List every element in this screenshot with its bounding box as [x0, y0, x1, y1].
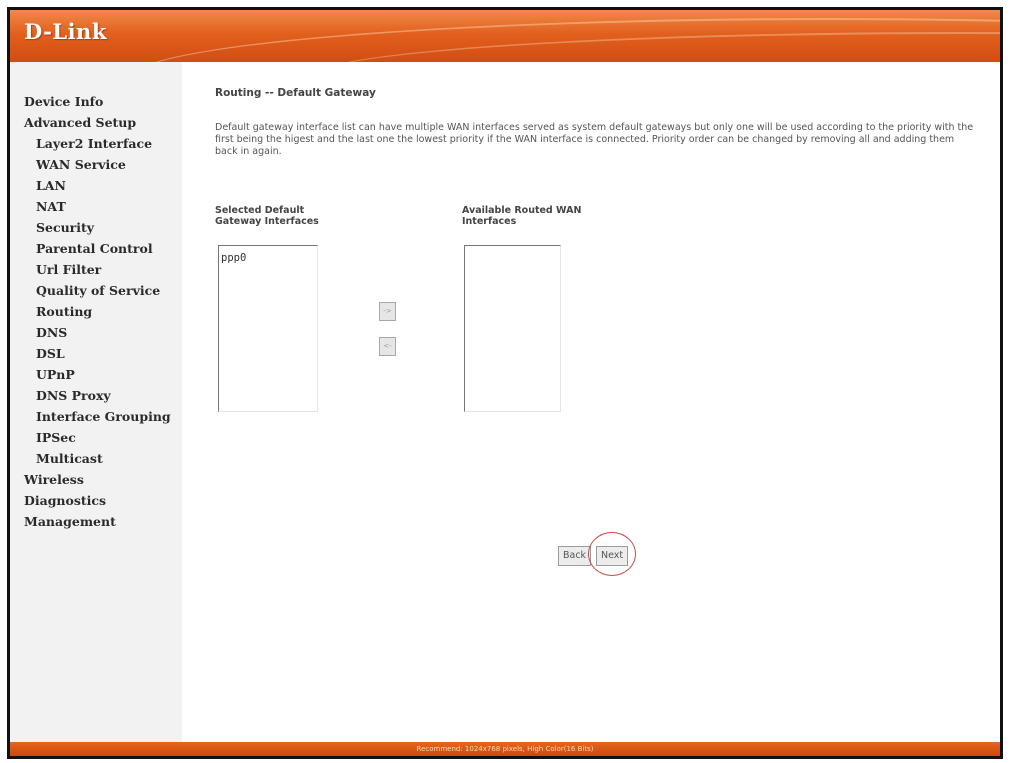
available-label-line1: Available Routed WAN [462, 205, 582, 216]
sidebar-item-ipsec[interactable]: IPSec [10, 427, 182, 448]
page-description: Default gateway interface list can have … [215, 122, 974, 157]
sidebar-item-management[interactable]: Management [10, 511, 182, 532]
sidebar-item-wireless[interactable]: Wireless [10, 469, 182, 490]
sidebar-item-security[interactable]: Security [10, 217, 182, 238]
sidebar-item-quality-of-service[interactable]: Quality of Service [10, 280, 182, 301]
list-option-ppp0[interactable]: ppp0 [219, 246, 317, 264]
sidebar-item-dsl[interactable]: DSL [10, 343, 182, 364]
sidebar-item-wan-service[interactable]: WAN Service [10, 154, 182, 175]
available-label-line2: Interfaces [462, 216, 517, 227]
sidebar-item-dns-proxy[interactable]: DNS Proxy [10, 385, 182, 406]
sidebar-item-advanced-setup[interactable]: Advanced Setup [10, 112, 182, 133]
back-button[interactable]: Back [558, 546, 592, 566]
selected-label-line2: Gateway Interfaces [215, 216, 319, 227]
available-interfaces-label: Available Routed WAN Interfaces [462, 205, 612, 227]
main-content: Routing -- Default Gateway Default gatew… [182, 62, 1000, 742]
sidebar-item-diagnostics[interactable]: Diagnostics [10, 490, 182, 511]
sidebar-nav: Device Info Advanced Setup Layer2 Interf… [10, 62, 182, 742]
sidebar-item-lan[interactable]: LAN [10, 175, 182, 196]
sidebar-item-multicast[interactable]: Multicast [10, 448, 182, 469]
selected-interfaces-list[interactable]: ppp0 [218, 245, 318, 412]
header-bar: D-Link [10, 10, 1000, 62]
sidebar-item-layer2-interface[interactable]: Layer2 Interface [10, 133, 182, 154]
next-highlight-circle [588, 532, 636, 576]
sidebar-item-nat[interactable]: NAT [10, 196, 182, 217]
sidebar-item-device-info[interactable]: Device Info [10, 91, 182, 112]
selected-interfaces-label: Selected Default Gateway Interfaces [215, 205, 365, 227]
browser-frame: D-Link Device Info Advanced Setup Layer2… [7, 7, 1003, 759]
available-interfaces-list[interactable] [464, 245, 561, 412]
sidebar-item-routing[interactable]: Routing [10, 301, 182, 322]
remove-interface-button[interactable]: <- [379, 337, 396, 356]
footer-bar: Recommend: 1024x768 pixels, High Color(1… [10, 742, 1000, 756]
sidebar-item-upnp[interactable]: UPnP [10, 364, 182, 385]
sidebar-item-url-filter[interactable]: Url Filter [10, 259, 182, 280]
sidebar-item-parental-control[interactable]: Parental Control [10, 238, 182, 259]
add-interface-button[interactable]: -> [379, 302, 396, 321]
dlink-logo: D-Link [24, 19, 107, 44]
sidebar-item-dns[interactable]: DNS [10, 322, 182, 343]
page-title: Routing -- Default Gateway [215, 87, 376, 99]
sidebar-item-interface-grouping[interactable]: Interface Grouping [10, 406, 182, 427]
selected-label-line1: Selected Default [215, 205, 305, 216]
